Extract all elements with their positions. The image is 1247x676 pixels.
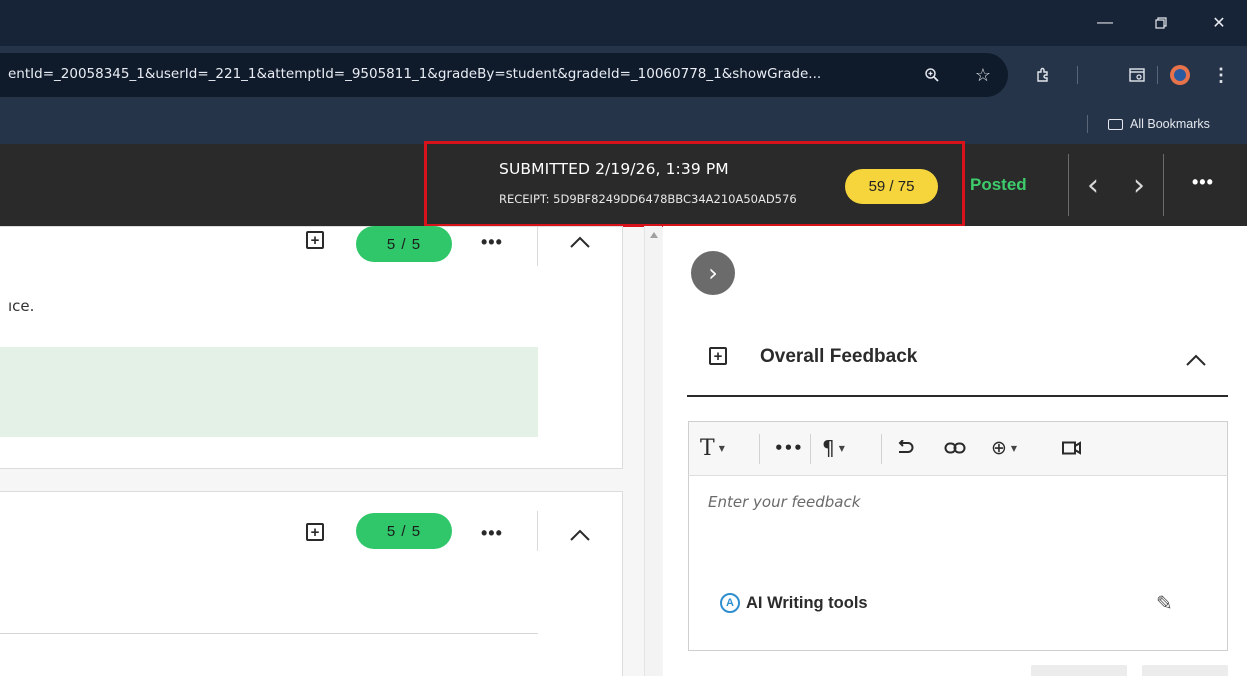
receipt-code: RECEIPT: 5D9BF8249DD6478BBC34A210A50AD57… — [499, 192, 797, 206]
submitted-timestamp: SUBMITTED 2/19/26, 1:39 PM — [499, 160, 729, 178]
all-bookmarks-button[interactable]: All Bookmarks — [1108, 114, 1210, 134]
kebab-menu-icon[interactable]: ⋮ — [1212, 64, 1230, 86]
previous-chevron-icon[interactable]: ‹ — [1078, 166, 1108, 204]
add-feedback-icon[interactable]: + — [306, 523, 324, 541]
minimize-icon[interactable]: — — [1082, 0, 1128, 46]
avatar-image — [1174, 69, 1186, 81]
correct-answer-block — [0, 347, 538, 437]
text-style-icon: T — [700, 435, 715, 461]
folder-icon — [1108, 118, 1123, 130]
bookmarks-separator — [1087, 115, 1088, 133]
toolbar-separator — [1077, 66, 1078, 84]
expand-panel-chevron-icon[interactable]: › — [691, 251, 735, 295]
all-bookmarks-label: All Bookmarks — [1130, 117, 1210, 131]
extensions-icon[interactable] — [1032, 64, 1054, 86]
paragraph-icon: ¶ — [822, 436, 835, 460]
total-score-badge[interactable]: 59 / 75 — [845, 169, 938, 204]
card-separator — [537, 226, 538, 266]
dropdown-caret-icon: ▼ — [838, 443, 845, 453]
zoom-icon[interactable] — [921, 65, 943, 85]
omnibox[interactable]: entId=_20058345_1&userId=_221_1&attemptI… — [0, 53, 1008, 97]
bookmarks-bar: All Bookmarks — [0, 104, 1247, 144]
add-circle-icon: ⊕ — [991, 437, 1007, 459]
footer-button[interactable] — [1142, 665, 1228, 676]
question-card — [0, 491, 623, 676]
dropdown-caret-icon: ▼ — [718, 443, 725, 453]
undo-icon[interactable] — [895, 436, 915, 460]
collapse-chevron-icon[interactable] — [1183, 350, 1209, 370]
question-more-button[interactable]: ••• — [481, 232, 503, 253]
header-more-button[interactable]: ••• — [1192, 172, 1214, 193]
paragraph-button[interactable]: ¶ ▼ — [822, 436, 845, 460]
pen-icon[interactable]: ✎ — [1156, 591, 1173, 615]
question-text: ıce. — [8, 297, 35, 315]
feedback-icon: + — [709, 347, 727, 365]
dropdown-caret-icon: ▼ — [1010, 443, 1018, 453]
next-chevron-icon[interactable]: › — [1124, 166, 1154, 204]
question-grade-pill[interactable]: 5 / 5 — [356, 226, 452, 262]
toolbar-separator — [1157, 66, 1158, 84]
header-separator — [1163, 154, 1164, 216]
address-bar-row: entId=_20058345_1&userId=_221_1&attemptI… — [0, 46, 1247, 104]
browser-title-bar: — ✕ — [0, 0, 1247, 46]
profile-avatar[interactable] — [1170, 65, 1190, 85]
link-icon[interactable] — [944, 436, 966, 460]
collapse-chevron-icon[interactable] — [567, 232, 593, 252]
more-formatting-button[interactable]: ••• — [774, 436, 803, 460]
toolbar-separator — [759, 434, 760, 464]
feedback-placeholder[interactable]: Enter your feedback — [708, 493, 860, 511]
scrollbar[interactable] — [644, 226, 662, 676]
text-style-button[interactable]: T ▼ — [700, 435, 725, 461]
card-divider — [0, 633, 538, 634]
card-separator — [537, 511, 538, 551]
question-grade-pill[interactable]: 5 / 5 — [356, 513, 452, 549]
star-icon[interactable]: ☆ — [972, 64, 994, 86]
header-separator — [1068, 154, 1069, 216]
posted-status: Posted — [970, 175, 1027, 194]
reading-mode-icon[interactable] — [1126, 64, 1148, 86]
question-more-button[interactable]: ••• — [481, 523, 503, 544]
insert-content-button[interactable]: ⊕ ▼ — [991, 436, 1017, 460]
ai-writing-tools-label: AI Writing tools — [746, 593, 868, 612]
video-icon[interactable] — [1062, 436, 1082, 460]
footer-button[interactable] — [1031, 665, 1127, 676]
close-icon[interactable]: ✕ — [1196, 0, 1242, 46]
toolbar-separator — [810, 434, 811, 464]
url-text[interactable]: entId=_20058345_1&userId=_221_1&attemptI… — [8, 66, 912, 82]
ai-writing-tools-button[interactable]: A AI Writing tools — [720, 593, 868, 613]
toolbar-separator — [881, 434, 882, 464]
restore-icon[interactable] — [1138, 0, 1184, 46]
ai-sparkle-icon: A — [720, 593, 740, 613]
overall-feedback-title: Overall Feedback — [760, 346, 918, 367]
scroll-up-arrow-icon[interactable] — [650, 232, 658, 238]
feedback-title-underline — [687, 395, 1228, 397]
collapse-chevron-icon[interactable] — [567, 525, 593, 545]
add-feedback-icon[interactable]: + — [306, 231, 324, 249]
